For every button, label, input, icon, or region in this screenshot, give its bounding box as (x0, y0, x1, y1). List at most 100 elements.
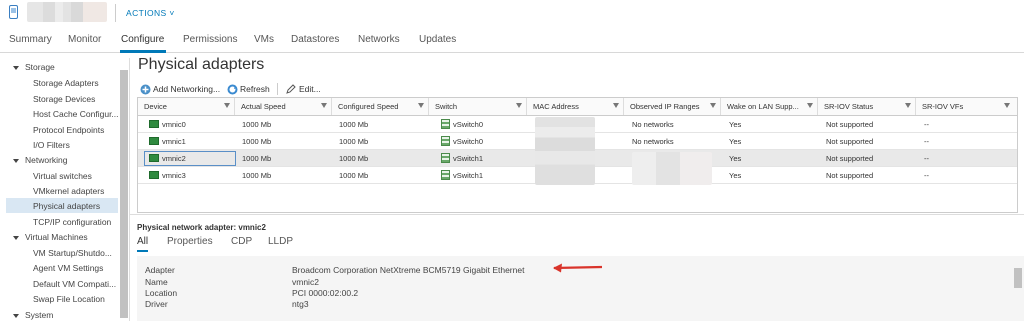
cell-sriov-vfs: -- (924, 171, 929, 180)
nav-item-default-vm[interactable]: Default VM Compati... (33, 279, 116, 289)
filter-icon[interactable] (905, 103, 911, 108)
tab-properties[interactable]: Properties (167, 236, 213, 247)
cell-configured-speed: 1000 Mb (339, 154, 369, 163)
filter-icon[interactable] (613, 103, 619, 108)
tab-summary[interactable]: Summary (9, 34, 52, 45)
cell-sriov-vfs: -- (924, 120, 929, 129)
header-separator (115, 4, 116, 22)
redacted-ip-range (632, 152, 712, 185)
network-adapter-icon (149, 137, 159, 145)
chevron-down-icon[interactable] (13, 314, 19, 318)
column-header-configured-speed[interactable]: Configured Speed (332, 98, 429, 115)
object-tabs: Summary Monitor Configure Permissions VM… (0, 27, 1024, 53)
cell-sriov-status: Not supported (826, 120, 874, 129)
nav-item-agent-vm[interactable]: Agent VM Settings (33, 263, 103, 273)
tab-configure[interactable]: Configure (121, 34, 164, 45)
chevron-down-icon[interactable] (13, 159, 19, 163)
refresh-icon (227, 84, 238, 95)
filter-icon[interactable] (710, 103, 716, 108)
filter-icon[interactable] (807, 103, 813, 108)
column-header-actual-speed[interactable]: Actual Speed (235, 98, 332, 115)
filter-icon[interactable] (224, 103, 230, 108)
nav-item-swap-file[interactable]: Swap File Location (33, 294, 105, 304)
column-header-wake-on-lan[interactable]: Wake on LAN Supp... (721, 98, 818, 115)
cell-sriov-vfs: -- (924, 154, 929, 163)
column-header-mac-address[interactable]: MAC Address (527, 98, 624, 115)
cell-configured-speed: 1000 Mb (339, 120, 369, 129)
nav-item-vm-startup[interactable]: VM Startup/Shutdo... (33, 248, 112, 258)
edit-button[interactable]: Edit... (299, 84, 321, 94)
chevron-down-icon[interactable] (13, 66, 19, 70)
filter-icon[interactable] (516, 103, 522, 108)
tab-monitor[interactable]: Monitor (68, 34, 101, 45)
nav-item-protocol-endpoints[interactable]: Protocol Endpoints (33, 125, 104, 135)
nav-group-system[interactable]: System (25, 310, 53, 320)
tab-cdp[interactable]: CDP (231, 236, 252, 247)
column-header-device[interactable]: Device (138, 98, 235, 115)
nav-item-storage-adapters[interactable]: Storage Adapters (33, 78, 99, 88)
field-value-location: PCI 0000:02:00.2 (292, 288, 359, 298)
host-icon (9, 5, 18, 19)
actions-menu[interactable]: ACTIONS ˅ (126, 8, 175, 18)
redacted-mac-address (535, 117, 595, 185)
nav-item-vmkernel-adapters[interactable]: VMkernel adapters (33, 186, 104, 196)
nav-group-virtual-machines[interactable]: Virtual Machines (25, 232, 88, 242)
column-header-sriov-status[interactable]: SR-IOV Status (818, 98, 916, 115)
column-label: Device (144, 102, 167, 111)
nav-scrollbar[interactable] (120, 70, 128, 318)
tab-vms[interactable]: VMs (254, 34, 274, 45)
nav-group-storage[interactable]: Storage (25, 62, 55, 72)
field-label-name: Name (145, 277, 168, 287)
chevron-down-icon[interactable] (13, 236, 19, 240)
cell-device: vmnic1 (162, 137, 186, 146)
nav-item-storage-devices[interactable]: Storage Devices (33, 94, 95, 104)
field-label-driver: Driver (145, 299, 168, 309)
cell-wake-on-lan: Yes (729, 171, 742, 180)
details-scrollbar[interactable] (1014, 268, 1022, 288)
cell-wake-on-lan: Yes (729, 120, 742, 129)
redacted-host-name (27, 2, 107, 22)
refresh-button[interactable]: Refresh (240, 84, 270, 94)
cell-actual-speed: 1000 Mb (242, 120, 272, 129)
tab-networks[interactable]: Networks (358, 34, 400, 45)
configure-nav: Storage Storage Adapters Storage Devices… (0, 58, 130, 321)
column-label: Switch (435, 102, 458, 111)
nav-item-physical-adapters[interactable]: Physical adapters (33, 201, 100, 211)
column-header-switch[interactable]: Switch (429, 98, 527, 115)
add-networking-button[interactable]: Add Networking... (153, 84, 220, 94)
tab-permissions[interactable]: Permissions (183, 34, 237, 45)
tab-all[interactable]: All (137, 236, 148, 247)
cell-switch: vSwitch0 (453, 120, 484, 129)
nav-item-io-filters[interactable]: I/O Filters (33, 140, 70, 150)
physical-adapters-table: Device Actual Speed Configured Speed Swi… (137, 97, 1018, 213)
nav-item-host-cache[interactable]: Host Cache Configur... (33, 109, 119, 119)
tab-datastores[interactable]: Datastores (291, 34, 339, 45)
column-label: SR-IOV VFs (922, 102, 964, 111)
nav-item-tcpip[interactable]: TCP/IP configuration (33, 217, 111, 227)
column-header-sriov-vfs[interactable]: SR-IOV VFs (916, 98, 1017, 115)
tab-lldp[interactable]: LLDP (268, 236, 293, 247)
add-network-icon (140, 84, 151, 95)
cell-device: vmnic0 (162, 120, 186, 129)
cell-actual-speed: 1000 Mb (242, 154, 272, 163)
filter-icon[interactable] (418, 103, 424, 108)
filter-icon[interactable] (321, 103, 327, 108)
filter-icon[interactable] (1004, 103, 1010, 108)
cell-configured-speed: 1000 Mb (339, 171, 369, 180)
cell-sriov-status: Not supported (826, 137, 874, 146)
cell-wake-on-lan: Yes (729, 137, 742, 146)
vswitch-icon (441, 119, 450, 129)
cell-wake-on-lan: Yes (729, 154, 742, 163)
vswitch-icon (441, 153, 450, 163)
cell-configured-speed: 1000 Mb (339, 137, 369, 146)
annotation-arrow-icon (553, 263, 603, 273)
nav-item-virtual-switches[interactable]: Virtual switches (33, 171, 92, 181)
cell-switch: vSwitch1 (453, 154, 484, 163)
field-value-driver: ntg3 (292, 299, 309, 309)
nav-group-networking[interactable]: Networking (25, 155, 68, 165)
tab-updates[interactable]: Updates (419, 34, 456, 45)
page-title: Physical adapters (138, 56, 265, 73)
splitter[interactable] (130, 214, 1024, 215)
column-header-observed-ip[interactable]: Observed IP Ranges (624, 98, 721, 115)
cell-sriov-status: Not supported (826, 171, 874, 180)
